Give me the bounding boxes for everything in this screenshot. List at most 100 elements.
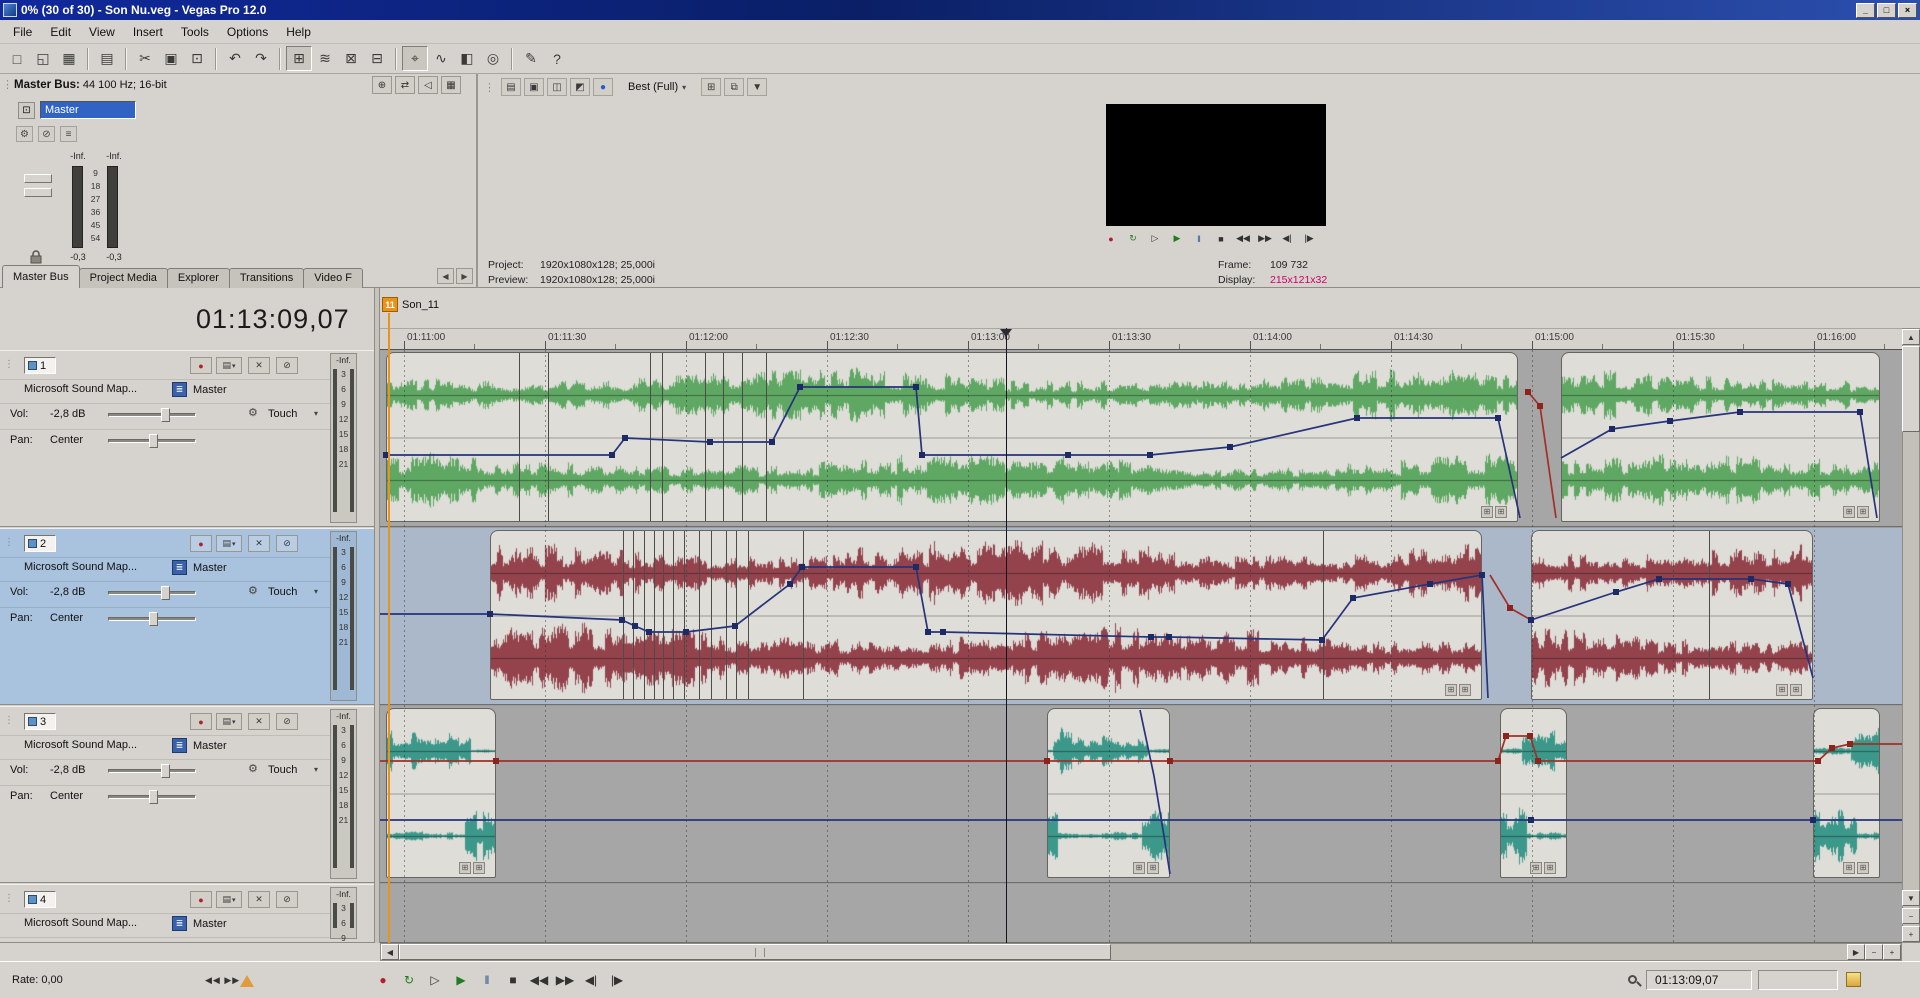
menu-edit[interactable]: Edit (41, 21, 80, 43)
meter-layout-button[interactable]: ▦ (441, 76, 461, 94)
scroll-right-button[interactable]: ▶ (1847, 944, 1865, 960)
split-screen-view-button[interactable]: ◩ (570, 78, 590, 96)
event-pan-crop-icon[interactable]: ⊞ (1147, 862, 1159, 874)
previous-frame-button[interactable]: ◀| (578, 966, 604, 993)
fader-scale-button[interactable]: ≡ (60, 126, 77, 142)
track-device-name[interactable]: Microsoft Sound Map... (24, 739, 137, 751)
insert-bus-button[interactable]: ⊕ (372, 76, 392, 94)
arm-for-record-button[interactable]: ● (190, 713, 212, 730)
selection-edit-tool-button[interactable]: ◧ (454, 46, 480, 71)
event-pan-crop-icon[interactable]: ⊞ (1790, 684, 1802, 696)
audio-event[interactable]: ⊞⊞ (1813, 708, 1880, 878)
panel-grip-icon[interactable]: ⋮ (484, 81, 495, 94)
panel-grip-icon[interactable]: ⋮ (2, 78, 13, 91)
audio-event[interactable]: ⊞⊞ (386, 352, 1518, 522)
tab-explorer[interactable]: Explorer (167, 268, 230, 288)
redo-button[interactable]: ↷ (248, 46, 274, 71)
enable-snapping-button[interactable]: ⊞ (286, 46, 312, 71)
external-monitor-button[interactable]: ▣ (524, 78, 544, 96)
mute-button[interactable]: ✕ (248, 891, 270, 908)
record-button[interactable]: ● (1100, 230, 1122, 247)
track-grip-icon[interactable]: ⋮ (4, 715, 14, 726)
event-fx-icon[interactable]: ⊞ (1843, 862, 1855, 874)
event-fx-icon[interactable]: ⊞ (1133, 862, 1145, 874)
previous-frame-button[interactable]: ◀| (1276, 230, 1298, 247)
tab-transitions[interactable]: Transitions (229, 268, 304, 288)
next-frame-button[interactable]: |▶ (604, 966, 630, 993)
menu-insert[interactable]: Insert (124, 21, 172, 43)
playhead-marker[interactable] (1000, 329, 1012, 337)
event-pan-crop-icon[interactable]: ⊞ (1544, 862, 1556, 874)
track-automation-button[interactable]: ▤▾ (216, 535, 242, 552)
tab-master-bus[interactable]: Master Bus (2, 265, 80, 288)
arm-for-record-button[interactable]: ● (190, 535, 212, 552)
close-button[interactable]: × (1898, 3, 1917, 18)
rate-scrubber[interactable]: ◀◀ ▶▶ (205, 975, 240, 986)
track-device-name[interactable]: Microsoft Sound Map... (24, 917, 137, 929)
menu-file[interactable]: File (4, 21, 41, 43)
arm-for-record-button[interactable]: ● (190, 891, 212, 908)
loop-playback-button[interactable]: ↻ (1122, 230, 1144, 247)
volume-slider-thumb[interactable] (161, 586, 170, 600)
volume-slider-thumb[interactable] (161, 764, 170, 778)
tab-video-f[interactable]: Video F (303, 268, 363, 288)
pan-value[interactable]: Center (50, 434, 83, 446)
menu-options[interactable]: Options (218, 21, 277, 43)
status-time-display[interactable]: 01:13:09,07 (1646, 970, 1752, 990)
save-project-button[interactable]: ▦ (56, 46, 82, 71)
paste-button[interactable]: ⊡ (184, 46, 210, 71)
track-automation-button[interactable]: ▤▾ (216, 357, 242, 374)
zoom-out-button[interactable]: − (1865, 944, 1883, 960)
caret-down-icon[interactable]: ▾ (314, 409, 318, 418)
audio-event[interactable]: ⊞⊞ (1500, 708, 1567, 878)
menu-help[interactable]: Help (277, 21, 320, 43)
save-snapshot-button[interactable]: ▼ (747, 78, 767, 96)
solo-button[interactable]: ⊘ (276, 891, 298, 908)
stop-button[interactable]: ■ (500, 966, 526, 993)
track-header-2[interactable]: ⋮2●▤▾✕⊘Microsoft Sound Map...≣MasterVol:… (0, 528, 374, 705)
pencil-tool-button[interactable]: ✎ (518, 46, 544, 71)
event-fx-icon[interactable]: ⊞ (1481, 506, 1493, 518)
volume-value[interactable]: -2,8 dB (50, 586, 85, 598)
realtime-playback-indicator[interactable]: ● (593, 78, 613, 96)
loop-playback-button[interactable]: ↻ (396, 966, 422, 993)
zoom-edit-tool-button[interactable]: ◎ (480, 46, 506, 71)
volume-value[interactable]: -2,8 dB (50, 764, 85, 776)
open-project-button[interactable]: ◱ (30, 46, 56, 71)
volume-value[interactable]: -2,8 dB (50, 408, 85, 420)
video-preview-options-button[interactable]: ◫ (547, 78, 567, 96)
track-grip-icon[interactable]: ⋮ (4, 359, 14, 370)
menu-view[interactable]: View (80, 21, 124, 43)
play-from-start-button[interactable]: ▷ (422, 966, 448, 993)
track-automation-button[interactable]: ▤▾ (216, 713, 242, 730)
envelope-node[interactable] (1525, 389, 1531, 395)
menu-tools[interactable]: Tools (172, 21, 218, 43)
caret-down-icon[interactable]: ▾ (314, 587, 318, 596)
master-fader[interactable] (24, 174, 58, 202)
pan-slider-thumb[interactable] (149, 612, 158, 626)
tab-project-media[interactable]: Project Media (79, 268, 168, 288)
time-ruler[interactable]: 01:11:0001:11:3001:12:0001:12:3001:13:00… (380, 328, 1902, 350)
vertical-scrollbar[interactable]: ▲▼−+ (1902, 328, 1920, 943)
record-button[interactable]: ● (370, 966, 396, 993)
pause-button[interactable]: ‖ (1188, 230, 1210, 247)
marker-tag[interactable]: 11 (382, 297, 398, 312)
arm-for-record-button[interactable]: ● (190, 357, 212, 374)
track-grip-icon[interactable]: ⋮ (4, 537, 14, 548)
horizontal-scrollbar[interactable]: ◀▶−+ (380, 943, 1902, 961)
go-to-end-button[interactable]: ▶▶ (1254, 230, 1276, 247)
new-project-button[interactable]: □ (4, 46, 30, 71)
envelope-node[interactable] (1537, 403, 1543, 409)
play-from-start-button[interactable]: ▷ (1144, 230, 1166, 247)
automation-settings-icon[interactable]: ⚙ (248, 762, 258, 775)
go-to-end-button[interactable]: ▶▶ (552, 966, 578, 993)
track-header-1[interactable]: ⋮1●▤▾✕⊘Microsoft Sound Map...≣MasterVol:… (0, 350, 374, 527)
play-button[interactable]: ▶ (448, 966, 474, 993)
event-pan-crop-icon[interactable]: ⊞ (1857, 862, 1869, 874)
master-bus-name-input[interactable]: Master (40, 101, 136, 119)
lock-envelopes-button[interactable]: ⊠ (338, 46, 364, 71)
track-number-badge[interactable]: 2 (24, 535, 56, 552)
normal-edit-tool-button[interactable]: ⌖ (402, 46, 428, 71)
event-fx-icon[interactable]: ⊞ (1843, 506, 1855, 518)
timeline-time-display[interactable]: 01:13:09,07 (196, 304, 350, 335)
